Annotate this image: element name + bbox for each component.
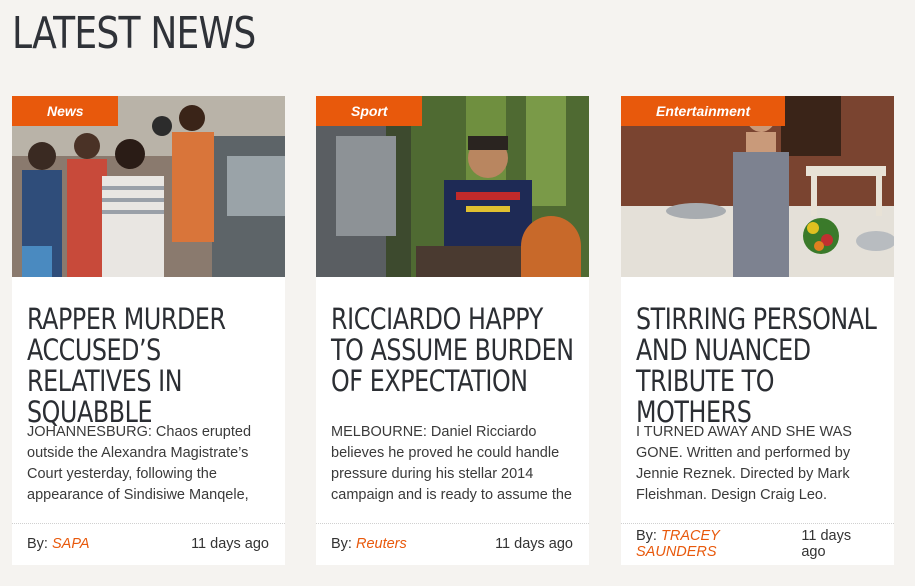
- article-meta: By: TRACEY SAUNDERS 11 days ago: [636, 528, 878, 560]
- article-excerpt: I TURNED AWAY AND SHE WAS GONE. Written …: [636, 424, 852, 503]
- author-link[interactable]: SAPA: [52, 536, 90, 552]
- byline-prefix: By:: [636, 528, 657, 544]
- article-date: 11 days ago: [801, 528, 852, 560]
- category-tag[interactable]: News: [12, 96, 118, 126]
- article-headline[interactable]: RAPPER MURDER ACCUSED’S RELATIVES IN SQU…: [27, 304, 273, 428]
- article-image[interactable]: Sport: [316, 96, 589, 277]
- article-meta: By: SAPA 11 days ago: [27, 533, 269, 555]
- article-meta: By: Reuters 11 days ago: [331, 533, 573, 555]
- category-tag[interactable]: Entertainment: [621, 96, 785, 126]
- author-link[interactable]: Reuters: [356, 536, 407, 552]
- news-card[interactable]: News RAPPER MURDER ACCUSED’S RELATIVES I…: [12, 96, 285, 565]
- article-date: 11 days ago: [191, 536, 269, 552]
- byline-prefix: By:: [27, 536, 48, 552]
- byline: By: Reuters: [331, 536, 407, 552]
- article-image[interactable]: Entertainment: [621, 96, 894, 277]
- divider: [621, 523, 894, 524]
- divider: [12, 523, 285, 524]
- article-excerpt: JOHANNESBURG: Chaos erupted outside the …: [27, 424, 252, 503]
- byline: By: TRACEY SAUNDERS: [636, 528, 801, 560]
- divider: [316, 523, 589, 524]
- news-card[interactable]: Sport RICCIARDO HAPPY TO ASSUME BURDEN O…: [316, 96, 589, 565]
- article-excerpt: MELBOURNE: Daniel Ricciardo believes he …: [331, 424, 572, 503]
- section-title: LATEST NEWS: [12, 8, 256, 59]
- article-image[interactable]: News: [12, 96, 285, 277]
- category-tag[interactable]: Sport: [316, 96, 422, 126]
- article-headline[interactable]: RICCIARDO HAPPY TO ASSUME BURDEN OF EXPE…: [331, 304, 577, 397]
- news-card[interactable]: Entertainment STIRRING PERSONAL AND NUAN…: [621, 96, 894, 565]
- byline-prefix: By:: [331, 536, 352, 552]
- byline: By: SAPA: [27, 536, 90, 552]
- article-date: 11 days ago: [495, 536, 573, 552]
- article-headline[interactable]: STIRRING PERSONAL AND NUANCED TRIBUTE TO…: [636, 304, 882, 428]
